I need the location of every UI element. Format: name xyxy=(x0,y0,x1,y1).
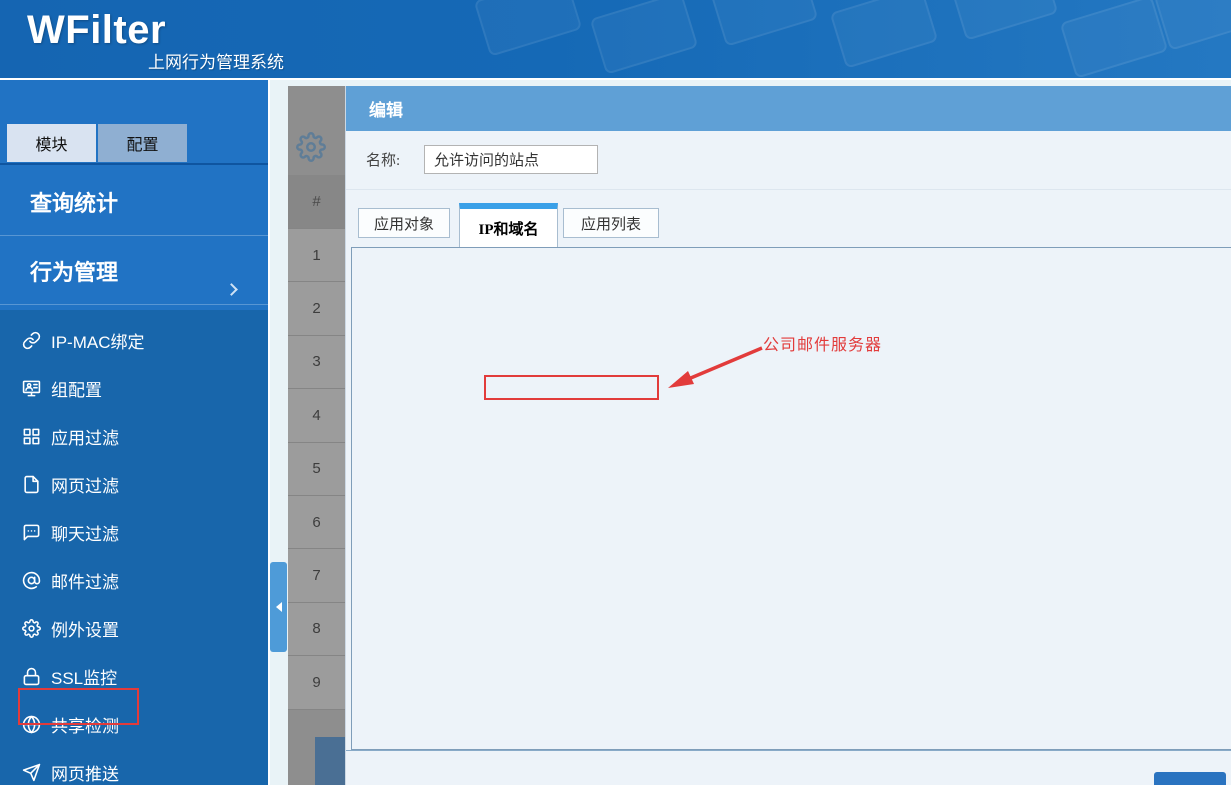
name-input[interactable] xyxy=(424,145,598,174)
sidebar-item-label: 邮件过滤 xyxy=(51,568,119,593)
table-row-number: 7 xyxy=(288,549,345,602)
sidebar-item-web-push[interactable]: 网页推送 xyxy=(0,752,268,785)
dialog-title: 编辑 xyxy=(369,96,403,121)
sidebar-section-behavior-mgmt[interactable]: 行为管理 xyxy=(0,237,268,305)
sidebar-tab-modules[interactable]: 模块 xyxy=(7,124,96,162)
tab-ip-and-domains[interactable]: IP和域名 xyxy=(459,203,558,247)
sidebar-item-group-config[interactable]: 组配置 xyxy=(0,368,268,408)
app-subtitle: 上网行为管理系统 xyxy=(148,48,284,73)
sidebar-item-exception-settings[interactable]: 例外设置 xyxy=(0,608,268,648)
webpage-icon xyxy=(22,475,41,494)
table-row-number: 4 xyxy=(288,389,345,442)
send-icon xyxy=(22,763,41,782)
sidebar-item-label: SSL监控 xyxy=(51,664,117,689)
chat-icon xyxy=(22,523,41,542)
keyboard-decoration xyxy=(710,0,819,47)
table-row-number: 8 xyxy=(288,603,345,656)
edit-dialog: 编辑 名称: 应用对象 IP和域名 应用列表 IP和域名: 例外的IP和域名 *… xyxy=(345,86,1231,785)
save-button[interactable] xyxy=(1154,772,1226,785)
sidebar-item-ip-mac-binding[interactable]: IP-MAC绑定 xyxy=(0,320,268,360)
sidebar-section-label: 行为管理 xyxy=(30,255,118,287)
sidebar-tabs-divider xyxy=(0,163,268,165)
app-header: WFilter 上网行为管理系统 xyxy=(0,0,1231,80)
tab-application-list[interactable]: 应用列表 xyxy=(563,208,659,238)
table-row-number: 5 xyxy=(288,443,345,496)
gear-icon xyxy=(22,619,41,638)
apps-grid-icon xyxy=(22,427,41,446)
table-header-cell: # xyxy=(288,175,345,229)
sidebar-item-chat-filter[interactable]: 聊天过滤 xyxy=(0,512,268,552)
sidebar-tab-config[interactable]: 配置 xyxy=(98,124,187,162)
dimmed-background-table: # 1 2 3 4 5 6 7 8 9 xyxy=(288,86,345,785)
table-row-number: 1 xyxy=(288,229,345,282)
keyboard-decoration xyxy=(474,0,583,57)
keyboard-decoration xyxy=(1060,0,1169,79)
sidebar-item-label: 聊天过滤 xyxy=(51,520,119,545)
name-label: 名称: xyxy=(366,149,400,170)
sidebar-section-query-stats[interactable]: 查询统计 xyxy=(0,168,268,236)
name-row-divider xyxy=(346,189,1231,190)
ip-highlight-red-box xyxy=(484,375,659,400)
exception-settings-red-annotation-box xyxy=(18,688,139,725)
collapse-arrow-icon xyxy=(276,602,282,612)
keyboard-decoration xyxy=(830,0,939,69)
dialog-footer-divider xyxy=(346,750,1231,751)
table-row-number: 6 xyxy=(288,496,345,549)
keyboard-decoration xyxy=(590,0,699,75)
sidebar-item-label: 网页推送 xyxy=(51,760,119,785)
table-row-number: 3 xyxy=(288,336,345,389)
table-row-number: 2 xyxy=(288,282,345,335)
sidebar-item-app-filter[interactable]: 应用过滤 xyxy=(0,416,268,456)
sidebar-item-mail-filter[interactable]: 邮件过滤 xyxy=(0,560,268,600)
group-icon xyxy=(22,379,41,398)
sidebar-section-label: 查询统计 xyxy=(30,186,118,218)
sidebar-item-label: IP-MAC绑定 xyxy=(51,328,145,353)
link-icon xyxy=(22,331,41,350)
tab-application-objects[interactable]: 应用对象 xyxy=(358,208,450,238)
sidebar-item-web-filter[interactable]: 网页过滤 xyxy=(0,464,268,504)
at-icon xyxy=(22,571,41,590)
sidebar-item-label: 组配置 xyxy=(51,376,102,401)
annotation-arrow xyxy=(646,328,786,408)
sidebar-collapse-handle[interactable] xyxy=(270,562,287,652)
sidebar-submenu: IP-MAC绑定 组配置 应用过滤 网页过滤 聊天过滤 邮件过滤 例外设置 S xyxy=(0,310,268,785)
table-row-number: 9 xyxy=(288,656,345,709)
background-table-index-column: # 1 2 3 4 5 6 7 8 9 xyxy=(288,175,345,710)
page-gear-icon xyxy=(296,132,326,162)
app-logo: WFilter xyxy=(27,8,166,53)
background-table-footer-block xyxy=(315,737,345,785)
sidebar-item-label: 应用过滤 xyxy=(51,424,119,449)
sidebar-item-label: 例外设置 xyxy=(51,616,119,641)
keyboard-decoration xyxy=(950,0,1059,41)
sidebar-item-label: 网页过滤 xyxy=(51,472,119,497)
lock-icon xyxy=(22,667,41,686)
sidebar: 模块 配置 查询统计 行为管理 IP-MAC绑定 组配置 应用过滤 网页过滤 聊… xyxy=(0,80,270,785)
dialog-title-bar: 编辑 xyxy=(346,86,1231,131)
sidebar-tabs: 模块 配置 xyxy=(7,124,189,162)
tab-content-panel xyxy=(351,247,1231,750)
